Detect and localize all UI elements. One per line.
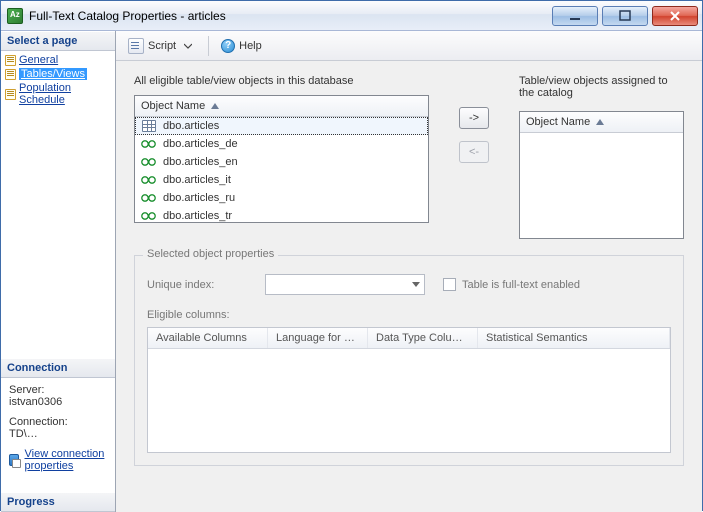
sidebar: Select a page General Tables/Views Popul… xyxy=(1,31,116,512)
right-pane: Script ? Help All eligible table/view ob… xyxy=(116,31,702,512)
maximize-icon xyxy=(619,10,631,22)
minimize-button[interactable] xyxy=(552,6,598,26)
list-item[interactable]: dbo.articles_de xyxy=(135,135,428,153)
list-item[interactable]: dbo.articles xyxy=(135,117,428,135)
page-item-general[interactable]: General xyxy=(1,53,115,67)
assigned-header[interactable]: Object Name xyxy=(520,112,683,133)
page-link-population[interactable]: Population Schedule xyxy=(19,82,109,106)
page-item-tablesviews[interactable]: Tables/Views xyxy=(1,67,115,81)
assigned-listbox[interactable]: Object Name xyxy=(519,111,684,239)
close-button[interactable] xyxy=(652,6,698,26)
eligible-columns-label: Eligible columns: xyxy=(147,309,671,321)
page-link-general[interactable]: General xyxy=(19,54,58,66)
help-icon: ? xyxy=(221,39,235,53)
eligible-listbox[interactable]: Object Name dbo.articles dbo.articles_ded… xyxy=(134,95,429,223)
page-icon xyxy=(5,89,16,100)
app-icon xyxy=(7,8,23,24)
page-link-tablesviews[interactable]: Tables/Views xyxy=(19,68,87,80)
minimize-icon xyxy=(569,10,581,22)
sort-asc-icon xyxy=(211,103,219,109)
list-item-label: dbo.articles_en xyxy=(163,156,238,168)
title-bar: Full-Text Catalog Properties - articles xyxy=(1,1,702,31)
list-item-label: dbo.articles_tr xyxy=(163,210,232,222)
fulltext-enabled-checkbox[interactable]: Table is full-text enabled xyxy=(443,278,580,291)
close-icon xyxy=(669,10,681,22)
view-icon xyxy=(141,173,157,187)
connection-properties-icon xyxy=(9,454,19,466)
list-item[interactable]: dbo.articles_ru xyxy=(135,189,428,207)
maximize-button[interactable] xyxy=(602,6,648,26)
toolbar: Script ? Help xyxy=(116,31,702,61)
view-icon xyxy=(141,137,157,151)
list-item-label: dbo.articles_de xyxy=(163,138,238,150)
table-icon xyxy=(141,119,157,133)
page-icon xyxy=(5,69,16,80)
col-statistical[interactable]: Statistical Semantics xyxy=(478,328,670,348)
group-title: Selected object properties xyxy=(143,248,278,260)
connection-label: Connection: xyxy=(9,416,107,428)
list-item[interactable]: dbo.articles_en xyxy=(135,153,428,171)
fulltext-enabled-label: Table is full-text enabled xyxy=(462,279,580,291)
arrow-left-icon: <- xyxy=(469,146,479,158)
script-label: Script xyxy=(148,40,176,52)
view-icon xyxy=(141,155,157,169)
unique-index-combo[interactable] xyxy=(265,274,425,295)
toolbar-separator xyxy=(208,36,209,56)
chevron-down-icon[interactable] xyxy=(184,42,192,50)
help-button[interactable]: ? Help xyxy=(217,37,266,55)
connection-header: Connection xyxy=(1,358,115,378)
page-item-population[interactable]: Population Schedule xyxy=(1,81,115,107)
checkbox-icon xyxy=(443,278,456,291)
script-icon xyxy=(128,38,144,54)
select-page-header: Select a page xyxy=(1,31,115,51)
script-button[interactable]: Script xyxy=(124,36,200,56)
list-item[interactable]: dbo.articles_tr xyxy=(135,207,428,225)
col-datatype[interactable]: Data Type Colu… xyxy=(368,328,478,348)
server-label: Server: xyxy=(9,384,107,396)
connection-panel: Server: istvan0306 Connection: TD\… View… xyxy=(1,378,115,478)
chevron-down-icon xyxy=(412,282,420,287)
help-label: Help xyxy=(239,40,262,52)
sort-asc-icon xyxy=(596,119,604,125)
unique-index-label: Unique index: xyxy=(147,279,247,291)
eligible-columns-grid[interactable]: Available Columns Language for … Data Ty… xyxy=(147,327,671,453)
view-icon xyxy=(141,191,157,205)
progress-header: Progress xyxy=(1,492,115,512)
column-header-objectname[interactable]: Object Name xyxy=(526,116,590,128)
col-available[interactable]: Available Columns xyxy=(148,328,268,348)
list-item-label: dbo.articles xyxy=(163,120,219,132)
eligible-label: All eligible table/view objects in this … xyxy=(134,75,429,87)
col-language[interactable]: Language for … xyxy=(268,328,368,348)
move-left-button[interactable]: <- xyxy=(459,141,489,163)
server-value: istvan0306 xyxy=(9,396,107,408)
eligible-header[interactable]: Object Name xyxy=(135,96,428,117)
column-header-objectname[interactable]: Object Name xyxy=(141,100,205,112)
connection-value: TD\… xyxy=(9,428,107,440)
view-connection-properties-link[interactable]: View connection properties xyxy=(25,448,108,472)
list-item-label: dbo.articles_ru xyxy=(163,192,235,204)
list-item-label: dbo.articles_it xyxy=(163,174,231,186)
arrow-right-icon: -> xyxy=(469,112,479,124)
window-title: Full-Text Catalog Properties - articles xyxy=(29,9,226,23)
list-item[interactable]: dbo.articles_it xyxy=(135,171,428,189)
selected-object-group: Selected object properties Unique index:… xyxy=(134,255,684,466)
assigned-label: Table/view objects assigned to the catal… xyxy=(519,75,684,103)
page-icon xyxy=(5,55,16,66)
view-icon xyxy=(141,209,157,223)
move-right-button[interactable]: -> xyxy=(459,107,489,129)
